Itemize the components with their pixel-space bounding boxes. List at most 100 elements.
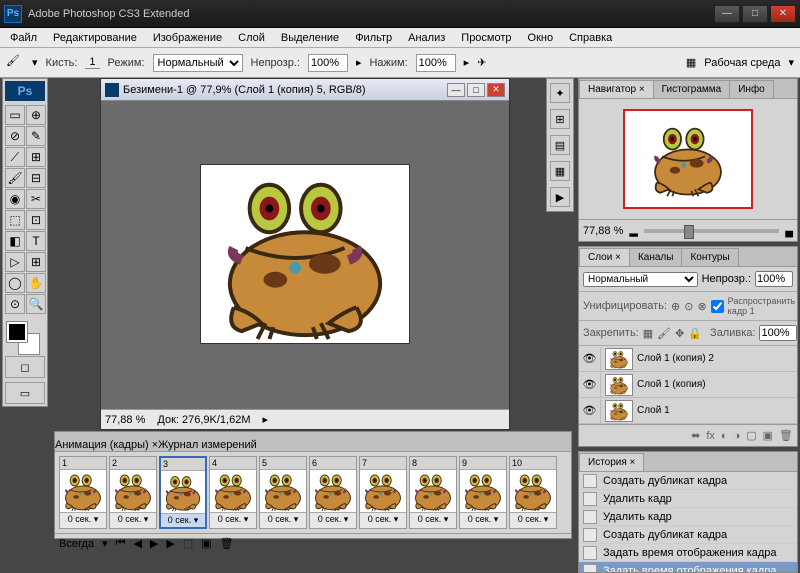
tab-Контуры[interactable]: Контуры bbox=[681, 248, 738, 266]
menu-Редактирование[interactable]: Редактирование bbox=[45, 30, 145, 46]
menu-Выделение[interactable]: Выделение bbox=[273, 30, 347, 46]
frame-delay[interactable]: 0 сек. ▾ bbox=[510, 512, 556, 526]
layer-row[interactable]: 👁Слой 1 (копия) bbox=[579, 372, 797, 398]
anim-frame[interactable]: 60 сек. ▾ bbox=[309, 456, 357, 529]
frame-delay[interactable]: 0 сек. ▾ bbox=[210, 512, 256, 526]
tool-16[interactable]: ◯ bbox=[5, 273, 25, 293]
frame-delay[interactable]: 0 сек. ▾ bbox=[310, 512, 356, 526]
zoom-in-icon[interactable]: ▄ bbox=[785, 225, 793, 237]
navigator-preview[interactable] bbox=[579, 99, 797, 219]
layer-thumbnail[interactable] bbox=[605, 348, 633, 370]
tool-13[interactable]: T bbox=[26, 231, 46, 251]
tool-1[interactable]: ⊕ bbox=[26, 105, 46, 125]
unify-style-icon[interactable]: ⊗ bbox=[697, 300, 706, 313]
tab-Инфо[interactable]: Инфо bbox=[729, 80, 774, 98]
zoom-readout[interactable]: 77,88 % bbox=[105, 414, 145, 426]
document-titlebar[interactable]: Безимени-1 @ 77,9% (Слой 1 (копия) 5, RG… bbox=[101, 79, 509, 101]
tool-4[interactable]: ⟋ bbox=[5, 147, 25, 167]
anim-frame[interactable]: 80 сек. ▾ bbox=[409, 456, 457, 529]
canvas-area[interactable] bbox=[117, 101, 493, 407]
fx-icon[interactable]: fx bbox=[706, 430, 715, 442]
tween-icon[interactable]: ⬚ bbox=[183, 537, 193, 550]
tab-Гистограмма[interactable]: Гистограмма bbox=[653, 80, 731, 98]
minimize-button[interactable]: — bbox=[714, 5, 740, 23]
brush-size[interactable]: 1 bbox=[85, 56, 99, 69]
tool-15[interactable]: ⊞ bbox=[26, 252, 46, 272]
tab-history[interactable]: История × bbox=[579, 453, 644, 471]
link-icon[interactable]: ⬌ bbox=[691, 429, 700, 442]
next-frame-icon[interactable]: ▶ bbox=[166, 537, 174, 550]
anim-frame[interactable]: 70 сек. ▾ bbox=[359, 456, 407, 529]
flow-input[interactable] bbox=[416, 54, 456, 72]
tab-Журнал измерений[interactable]: Журнал измерений bbox=[158, 439, 257, 451]
tool-11[interactable]: ⊡ bbox=[26, 210, 46, 230]
group-icon[interactable]: ▢ bbox=[746, 429, 756, 442]
maximize-button[interactable]: □ bbox=[742, 5, 768, 23]
history-item[interactable]: Удалить кадр bbox=[579, 508, 797, 526]
menu-Слой[interactable]: Слой bbox=[230, 30, 273, 46]
tool-8[interactable]: ◉ bbox=[5, 189, 25, 209]
unify-pos-icon[interactable]: ⊕ bbox=[671, 300, 680, 313]
visibility-icon[interactable]: 👁 bbox=[579, 347, 601, 371]
go-bridge-icon[interactable]: ▦ bbox=[686, 56, 696, 69]
tab-Каналы[interactable]: Каналы bbox=[629, 248, 683, 266]
tool-7[interactable]: ⊟ bbox=[26, 168, 46, 188]
layer-thumbnail[interactable] bbox=[605, 374, 633, 396]
close-button[interactable]: ✕ bbox=[770, 5, 796, 23]
color-swatches[interactable] bbox=[5, 320, 45, 352]
history-item[interactable]: Задать время отображения кадра bbox=[579, 562, 797, 572]
history-item[interactable]: Создать дубликат кадра bbox=[579, 472, 797, 490]
doc-close-button[interactable]: ✕ bbox=[487, 83, 505, 97]
trash-icon[interactable]: 🗑 bbox=[779, 429, 793, 442]
menu-Файл[interactable]: Файл bbox=[2, 30, 45, 46]
layer-blend-select[interactable]: Нормальный bbox=[583, 272, 698, 287]
layer-comps-icon[interactable]: ▦ bbox=[550, 161, 570, 181]
visibility-icon[interactable]: 👁 bbox=[579, 399, 601, 423]
status-arrow-icon[interactable]: ▸ bbox=[262, 413, 268, 426]
menu-Фильтр[interactable]: Фильтр bbox=[347, 30, 400, 46]
flow-arrow-icon[interactable]: ▸ bbox=[464, 56, 470, 69]
history-item[interactable]: Создать дубликат кадра bbox=[579, 526, 797, 544]
del-frame-icon[interactable]: 🗑 bbox=[220, 537, 234, 550]
anim-frame[interactable]: 40 сек. ▾ bbox=[209, 456, 257, 529]
anim-frame[interactable]: 50 сек. ▾ bbox=[259, 456, 307, 529]
prev-frame-icon[interactable]: ◀ bbox=[133, 537, 141, 550]
tool-3[interactable]: ✎ bbox=[26, 126, 46, 146]
tool-14[interactable]: ▷ bbox=[5, 252, 25, 272]
airbrush-icon[interactable]: ✈ bbox=[477, 56, 486, 69]
clone-icon[interactable]: ⊞ bbox=[550, 109, 570, 129]
dup-frame-icon[interactable]: ▣ bbox=[201, 537, 211, 550]
canvas[interactable] bbox=[200, 164, 410, 344]
fill-input[interactable] bbox=[759, 325, 797, 341]
lock-paint-icon[interactable]: 🖌 bbox=[657, 327, 671, 340]
actions-icon[interactable]: ▶ bbox=[550, 187, 570, 207]
anim-frame[interactable]: 10 сек. ▾ bbox=[59, 456, 107, 529]
menu-Анализ[interactable]: Анализ bbox=[400, 30, 453, 46]
screen-mode-icon[interactable]: ▭ bbox=[5, 382, 45, 404]
tool-2[interactable]: ⊘ bbox=[5, 126, 25, 146]
tool-0[interactable]: ▭ bbox=[5, 105, 25, 125]
layer-name[interactable]: Слой 1 bbox=[637, 405, 797, 416]
tab-Анимация (кадры) ×[interactable]: Анимация (кадры) × bbox=[55, 439, 158, 451]
frame-delay[interactable]: 0 сек. ▾ bbox=[260, 512, 306, 526]
tool-12[interactable]: ◧ bbox=[5, 231, 25, 251]
foreground-color[interactable] bbox=[7, 322, 27, 342]
menu-Изображение[interactable]: Изображение bbox=[145, 30, 230, 46]
nav-zoom-readout[interactable]: 77,88 % bbox=[583, 225, 623, 237]
doc-minimize-button[interactable]: — bbox=[447, 83, 465, 97]
anim-frame[interactable]: 90 сек. ▾ bbox=[459, 456, 507, 529]
tool-9[interactable]: ✂ bbox=[26, 189, 46, 209]
adjust-icon[interactable]: ◑ bbox=[734, 430, 741, 442]
frame-delay[interactable]: 0 сек. ▾ bbox=[60, 512, 106, 526]
menu-Просмотр[interactable]: Просмотр bbox=[453, 30, 519, 46]
visibility-icon[interactable]: 👁 bbox=[579, 373, 601, 397]
tool-5[interactable]: ⊞ bbox=[26, 147, 46, 167]
history-item[interactable]: Удалить кадр bbox=[579, 490, 797, 508]
new-layer-icon[interactable]: ▣ bbox=[763, 429, 773, 442]
tool-presets-icon[interactable]: ▤ bbox=[550, 135, 570, 155]
lock-pos-icon[interactable]: ✥ bbox=[675, 327, 684, 340]
anim-frame[interactable]: 20 сек. ▾ bbox=[109, 456, 157, 529]
menu-Справка[interactable]: Справка bbox=[561, 30, 620, 46]
history-item[interactable]: Задать время отображения кадра bbox=[579, 544, 797, 562]
anim-frame[interactable]: 100 сек. ▾ bbox=[509, 456, 557, 529]
